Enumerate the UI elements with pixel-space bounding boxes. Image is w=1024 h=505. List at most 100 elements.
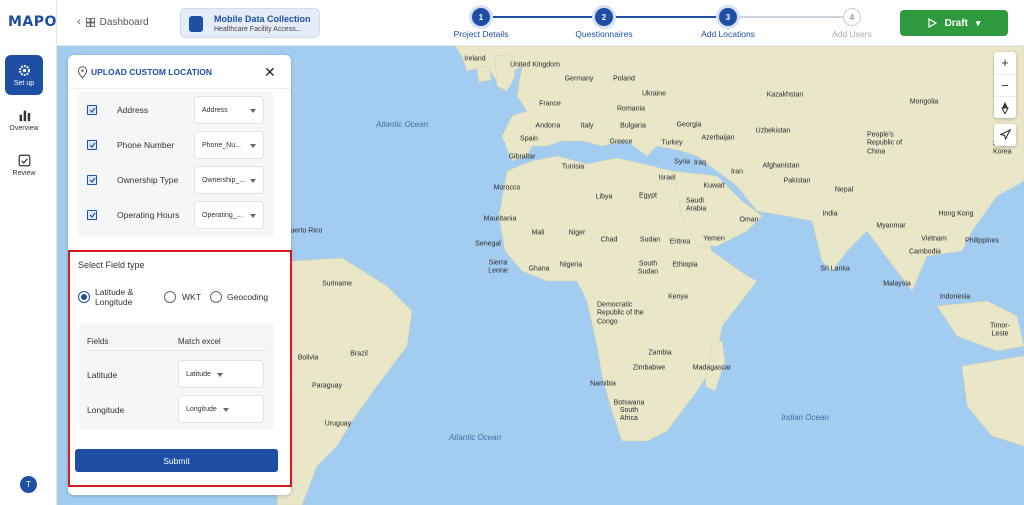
zoom-out-button[interactable]: − <box>994 74 1016 96</box>
map-label: Mongolia <box>909 98 939 106</box>
field-select[interactable]: Operating_... <box>194 201 264 229</box>
field-row: Operating Hours Operating_... <box>78 200 274 230</box>
map-label: Yemen <box>703 235 725 243</box>
match-table: Fields Match excel Latitude Latitude Lon… <box>79 323 274 430</box>
checkmark-icon <box>89 142 95 148</box>
draft-button[interactable]: Draft ▾ <box>900 10 1008 36</box>
project-card[interactable]: Mobile Data Collection Healthcare Facili… <box>180 8 320 38</box>
map-label: Vietnam <box>921 235 947 243</box>
field-select[interactable]: Phone_Nu... <box>194 131 264 159</box>
map-label: South Sudan <box>637 260 659 276</box>
sidebar-item-review[interactable]: Review <box>5 145 43 185</box>
field-checkbox[interactable] <box>87 105 97 115</box>
ocean-label: Indian Ocean <box>781 413 829 423</box>
step-number: 2 <box>595 8 613 26</box>
map-label: Hong Kong <box>938 210 974 218</box>
select-value: Ownership_... <box>202 176 246 184</box>
field-select[interactable]: Ownership_... <box>194 166 264 194</box>
checkmark-icon <box>89 107 95 113</box>
map-label: Kuwait <box>703 182 725 190</box>
map-label: Germany <box>564 75 594 83</box>
map-label: Spain <box>520 135 538 143</box>
map-label: Mauritania <box>483 215 517 223</box>
map-label: Sudan <box>639 236 661 244</box>
map-label: Morocco <box>493 184 521 192</box>
topbar: ‹ Dashboard Mobile Data Collection Healt… <box>57 0 1024 46</box>
map-label: Cambodia <box>909 248 941 256</box>
column-header: Match excel <box>178 337 221 346</box>
map-label: Gibraltar <box>508 153 536 161</box>
map-label: Madagascar <box>692 364 732 372</box>
step-label: Project Details <box>453 29 509 39</box>
step-add-locations[interactable]: 3 Add Locations <box>678 8 778 39</box>
radio-geocoding[interactable] <box>210 291 222 303</box>
radio-lat-long[interactable] <box>78 291 90 303</box>
step-questionnaires[interactable]: 2 Questionnaires <box>554 8 654 39</box>
field-row: Phone Number Phone_Nu... <box>78 130 274 160</box>
map-label: Georgia <box>676 121 702 129</box>
field-checkbox[interactable] <box>87 175 97 185</box>
ocean-label: Atlantic Ocean <box>375 120 429 130</box>
map-label: Azerbaijan <box>701 134 735 142</box>
sidebar-item-label: Overview <box>9 124 39 132</box>
map-label: Ghana <box>528 265 550 273</box>
map-label: Tunisia <box>561 163 585 171</box>
map-label: Democratic Republic of the Congo <box>597 301 644 326</box>
map-label: Brazil <box>350 350 368 358</box>
caret-down-icon <box>250 214 256 218</box>
submit-button[interactable]: Submit <box>75 449 278 472</box>
caret-down-icon <box>250 144 256 148</box>
field-select[interactable]: Address <box>194 96 264 124</box>
select-value: Latitude <box>186 370 211 378</box>
field-checkbox[interactable] <box>87 210 97 220</box>
map-label: Oman <box>739 216 759 224</box>
select-value: Operating_... <box>202 211 243 219</box>
panel-header: UPLOAD CUSTOM LOCATION ✕ <box>68 55 291 89</box>
map-label: Afghanistan <box>762 162 800 170</box>
longitude-select[interactable]: Longitude <box>178 395 264 423</box>
zoom-in-button[interactable]: + <box>994 52 1016 74</box>
map-label: Nepal <box>834 186 854 194</box>
caret-down-icon <box>217 373 223 377</box>
project-subtitle: Healthcare Facility Access... <box>214 26 302 33</box>
caret-down-icon <box>223 408 229 412</box>
play-icon <box>927 18 937 28</box>
map-label: Zimbabwe <box>632 364 666 372</box>
map-label: Iraq <box>693 159 707 167</box>
radio-wkt[interactable] <box>164 291 176 303</box>
map-label: Botswana <box>613 399 645 407</box>
field-checkbox[interactable] <box>87 140 97 150</box>
field-label: Phone Number <box>117 140 175 150</box>
map-label: Sierra Leone <box>488 259 508 275</box>
compass-button[interactable] <box>994 96 1016 118</box>
close-icon[interactable]: ✕ <box>264 64 276 81</box>
divider <box>87 350 267 351</box>
step-add-users[interactable]: 4 Add Users <box>802 8 902 39</box>
ocean-label: Atlantic Ocean <box>448 433 502 443</box>
avatar[interactable]: T <box>20 476 37 493</box>
map-label: Timor-Leste <box>990 322 1010 338</box>
map-label: Uzbekistan <box>755 127 791 135</box>
field-type-label: Select Field type <box>78 260 145 270</box>
map-label: Myanmar <box>876 222 906 230</box>
sidebar-item-overview[interactable]: Overview <box>5 100 43 140</box>
map-label: South Africa <box>619 407 639 423</box>
map-label: Kazakhstan <box>766 91 804 99</box>
chevron-down-icon: ▾ <box>975 17 981 28</box>
sidebar-item-setup[interactable]: Set up <box>5 55 43 95</box>
field-label: Operating Hours <box>117 210 180 220</box>
map-label: Nigeria <box>559 261 583 269</box>
step-label: Add Locations <box>701 29 755 39</box>
map-label: Egypt <box>639 192 657 200</box>
map-label: Indonesia <box>939 293 971 301</box>
map-label: Suriname <box>322 280 352 288</box>
latitude-select[interactable]: Latitude <box>178 360 264 388</box>
locate-button[interactable] <box>994 124 1016 146</box>
select-value: Longitude <box>186 405 217 413</box>
map-label: Syria <box>674 158 690 166</box>
stepper: 1 Project Details 2 Questionnaires 3 Add… <box>394 8 874 40</box>
project-title: Mobile Data Collection <box>214 14 311 24</box>
dashboard-link[interactable]: ‹ Dashboard <box>77 16 149 28</box>
step-project-details[interactable]: 1 Project Details <box>431 8 531 39</box>
chevron-left-icon: ‹ <box>77 16 81 28</box>
